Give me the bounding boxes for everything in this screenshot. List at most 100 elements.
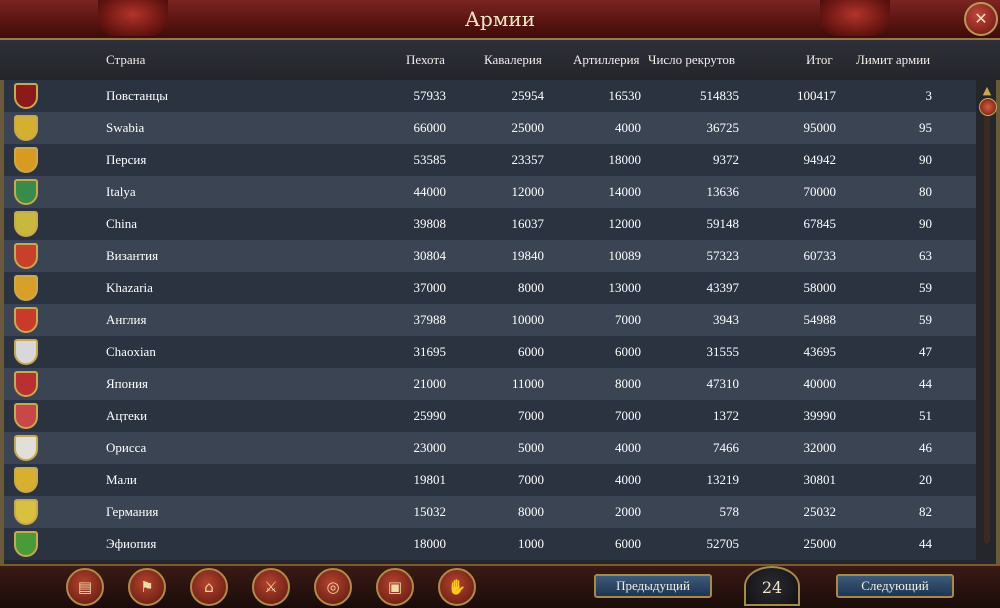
country-shield-icon[interactable] [14,243,38,269]
country-shield-icon[interactable] [14,211,38,237]
table-row[interactable]: Swabia 66000 25000 4000 36725 95000 95 [4,112,976,144]
cell-country: Персия [106,152,147,167]
column-header-artillery[interactable]: Артиллерия [573,52,640,68]
country-shield-icon[interactable] [14,115,38,141]
scroll-up-arrow-icon[interactable]: ▲ [980,84,994,98]
country-shield-icon[interactable] [14,467,38,493]
cell-country: Swabia [106,120,145,135]
next-button[interactable]: Следующий [836,574,954,598]
army-table: Повстанцы 57933 25954 16530 514835 100417 3 Swa… [4,80,976,560]
cell-artillery: 18000 [608,152,642,167]
table-row[interactable]: Ацтеки 25990 7000 7000 1372 39990 51 [4,400,976,432]
country-shield-icon[interactable] [14,147,38,173]
country-shield-icon[interactable] [14,435,38,461]
table-row[interactable]: Повстанцы 57933 25954 16530 514835 100417 3 [4,80,976,112]
cell-country: Italya [106,184,136,199]
table-row[interactable]: Германия 15032 8000 2000 578 25032 82 [4,496,976,528]
cell-country: Повстанцы [106,88,168,103]
cell-recruits: 3943 [713,312,739,327]
cell-artillery: 10089 [608,248,642,263]
cell-country: Англия [106,312,147,327]
handshake-icon[interactable]: ✋ [438,568,476,606]
table-row[interactable]: Япония 21000 11000 8000 47310 40000 44 [4,368,976,400]
cell-country: Khazaria [106,280,153,295]
cell-cavalry: 7000 [518,408,544,423]
cell-recruits: 514835 [700,88,739,103]
cell-army-limit: 51 [919,408,932,423]
table-row[interactable]: China 39808 16037 12000 59148 67845 90 [4,208,976,240]
cell-army-limit: 59 [919,312,932,327]
cell-country: Chaoxian [106,344,156,359]
cell-artillery: 7000 [615,408,641,423]
cell-cavalry: 23357 [511,152,545,167]
table-row[interactable]: Chaoxian 31695 6000 6000 31555 43695 47 [4,336,976,368]
crossed-swords-icon[interactable]: ⚔ [252,568,290,606]
cell-recruits: 7466 [713,440,739,455]
table-row[interactable]: Эфиопия 18000 1000 6000 52705 25000 44 [4,528,976,560]
cell-artillery: 4000 [615,120,641,135]
previous-button[interactable]: Предыдущий [594,574,712,598]
country-shield-icon[interactable] [14,531,38,557]
cell-infantry: 23000 [413,440,447,455]
cell-artillery: 14000 [608,184,642,199]
flag-icon[interactable]: ⚑ [128,568,166,606]
cell-total: 67845 [803,216,837,231]
table-row[interactable]: Орисса 23000 5000 4000 7466 32000 46 [4,432,976,464]
country-shield-icon[interactable] [14,499,38,525]
cell-country: Мали [106,472,137,487]
cell-infantry: 18000 [413,536,447,551]
cell-artillery: 4000 [615,440,641,455]
cell-artillery: 4000 [615,472,641,487]
country-shield-icon[interactable] [14,403,38,429]
cell-country: Ацтеки [106,408,148,423]
cell-artillery: 8000 [615,376,641,391]
table-row[interactable]: Византия 30804 19840 10089 57323 60733 63 [4,240,976,272]
table-row[interactable]: Англия 37988 10000 7000 3943 54988 59 [4,304,976,336]
column-header-total[interactable]: Итог [806,52,833,68]
column-header-cavalry[interactable]: Кавалерия [484,52,542,68]
cell-cavalry: 19840 [511,248,545,263]
country-shield-icon[interactable] [14,307,38,333]
country-shield-icon[interactable] [14,83,38,109]
cell-recruits: 9372 [713,152,739,167]
cell-army-limit: 46 [919,440,932,455]
chest-icon[interactable]: ▣ [376,568,414,606]
cell-army-limit: 3 [925,88,933,103]
column-header-recruits[interactable]: Число рекрутов [648,52,735,68]
country-shield-icon[interactable] [14,179,38,205]
table-row[interactable]: Italya 44000 12000 14000 13636 70000 80 [4,176,976,208]
table-row[interactable]: Khazaria 37000 8000 13000 43397 58000 59 [4,272,976,304]
table-row[interactable]: Мали 19801 7000 4000 13219 30801 20 [4,464,976,496]
coins-icon[interactable]: ◎ [314,568,352,606]
table-row[interactable]: Персия 53585 23357 18000 9372 94942 90 [4,144,976,176]
cell-infantry: 30804 [413,248,447,263]
cell-cavalry: 8000 [518,280,544,295]
scroll-icon[interactable]: ▤ [66,568,104,606]
cell-artillery: 7000 [615,312,641,327]
cell-army-limit: 63 [919,248,932,263]
country-shield-icon[interactable] [14,275,38,301]
cell-country: Византия [106,248,159,263]
cell-cavalry: 8000 [518,504,544,519]
cell-infantry: 44000 [413,184,447,199]
scrollbar-track[interactable] [984,104,990,544]
scrollbar-thumb[interactable] [979,98,997,116]
column-header-country[interactable]: Страна [106,52,145,68]
close-button[interactable]: ✕ [964,2,998,36]
cell-cavalry: 11000 [511,376,544,391]
cell-army-limit: 95 [919,120,932,135]
column-header-infantry[interactable]: Пехота [406,52,445,68]
country-shield-icon[interactable] [14,371,38,397]
cell-recruits: 31555 [706,344,740,359]
cell-country: Япония [106,376,149,391]
buildings-icon[interactable]: ⌂ [190,568,228,606]
cell-infantry: 39808 [413,216,447,231]
cell-army-limit: 90 [919,152,932,167]
cell-country: Эфиопия [106,536,157,551]
country-shield-icon[interactable] [14,339,38,365]
cell-total: 60733 [803,248,837,263]
cell-infantry: 25990 [413,408,447,423]
cell-infantry: 15032 [413,504,447,519]
column-header-army-limit[interactable]: Лимит армии [856,52,930,68]
cell-army-limit: 80 [919,184,932,199]
